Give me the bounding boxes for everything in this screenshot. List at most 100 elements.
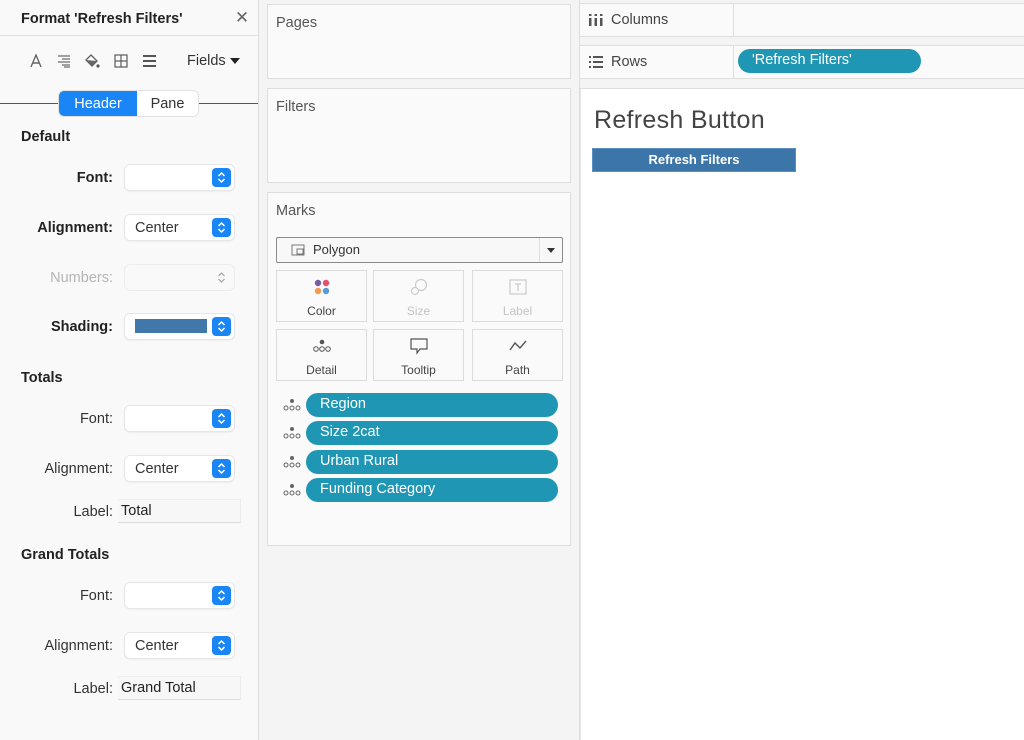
marks-path-label: Path	[505, 363, 530, 377]
stepper-icon	[212, 317, 231, 336]
mark-type-dropdown[interactable]: Polygon	[276, 237, 563, 263]
section-default-title: Default	[21, 129, 71, 145]
path-icon	[473, 336, 562, 356]
header-pane-toggle: Header Pane	[59, 91, 198, 116]
format-toolbar: Fields	[0, 46, 258, 76]
tableau-workspace: Format 'Refresh Filters' ✕ Fields Header…	[0, 0, 1024, 740]
default-alignment-label: Alignment:	[37, 220, 113, 236]
default-shading-label: Shading:	[50, 319, 113, 335]
detail-icon	[282, 483, 302, 502]
section-totals-title: Totals	[21, 370, 63, 386]
columns-icon	[588, 13, 604, 32]
detail-pill-row: Region	[282, 393, 558, 417]
totals-label-input[interactable]: Total	[118, 499, 241, 523]
stepper-icon	[212, 409, 231, 428]
grand-totals-label-input[interactable]: Grand Total	[118, 676, 241, 700]
marks-color-label: Color	[307, 304, 336, 318]
columns-shelf-label-area: Columns	[580, 4, 734, 36]
tab-header[interactable]: Header	[59, 91, 137, 116]
detail-pill-row: Size 2cat	[282, 421, 558, 445]
marks-tooltip-button[interactable]: Tooltip	[373, 329, 464, 381]
rows-icon	[588, 55, 604, 74]
pages-title: Pages	[276, 15, 318, 31]
view-canvas: Refresh Button Refresh Filters	[580, 88, 1024, 740]
marks-title: Marks	[276, 203, 316, 219]
grand-totals-alignment-label: Alignment:	[44, 638, 113, 654]
detail-icon	[282, 398, 302, 417]
totals-font-label: Font:	[79, 411, 113, 427]
section-grand-totals-title: Grand Totals	[21, 547, 110, 563]
filters-shelf[interactable]: Filters	[267, 88, 571, 183]
polygon-mark-icon	[291, 243, 305, 261]
columns-label: Columns	[611, 12, 669, 28]
lines-icon[interactable]	[140, 52, 158, 70]
stepper-icon	[212, 168, 231, 187]
detail-pill-region[interactable]: Region	[306, 393, 558, 417]
default-alignment-select[interactable]: Center	[125, 215, 234, 240]
detail-icon	[282, 455, 302, 474]
marks-path-button[interactable]: Path	[472, 329, 563, 381]
marks-label-button: Label	[472, 270, 563, 322]
detail-icon	[282, 426, 302, 445]
totals-label-label: Label:	[73, 504, 113, 520]
marks-size-button: Size	[373, 270, 464, 322]
rows-shelf[interactable]: Rows 'Refresh Filters'	[580, 45, 1024, 79]
default-numbers-select	[125, 265, 234, 290]
format-panel-header: Format 'Refresh Filters' ✕	[0, 0, 258, 36]
columns-shelf[interactable]: Columns	[580, 3, 1024, 37]
totals-alignment-value: Center	[135, 461, 179, 477]
pages-shelf[interactable]: Pages	[267, 4, 571, 79]
color-icon	[277, 277, 366, 297]
detail-pill-size-2cat[interactable]: Size 2cat	[306, 421, 558, 445]
stepper-icon	[212, 268, 231, 287]
grand-totals-alignment-select[interactable]: Center	[125, 633, 234, 658]
default-font-select[interactable]	[125, 165, 234, 190]
default-numbers-label: Numbers:	[50, 270, 113, 286]
marks-color-button[interactable]: Color	[276, 270, 367, 322]
marks-card: Marks Polygon Color Size Label Detail To…	[267, 192, 571, 546]
chevron-down-icon	[547, 248, 555, 253]
detail-icon	[277, 336, 366, 356]
rows-shelf-label-area: Rows	[580, 46, 734, 78]
mark-type-value: Polygon	[313, 242, 360, 257]
default-shading-select[interactable]	[125, 314, 234, 339]
grand-totals-alignment-value: Center	[135, 638, 179, 654]
filters-title: Filters	[276, 99, 316, 115]
shading-color-swatch	[135, 319, 207, 333]
chevron-down-icon	[229, 58, 240, 64]
fields-label: Fields	[187, 53, 226, 69]
totals-font-select[interactable]	[125, 406, 234, 431]
marks-label-label: Label	[502, 304, 533, 318]
default-alignment-value: Center	[135, 220, 179, 236]
tab-pane[interactable]: Pane	[137, 91, 198, 116]
close-icon[interactable]: ✕	[234, 8, 250, 27]
stepper-icon	[212, 636, 231, 655]
grand-totals-font-select[interactable]	[125, 583, 234, 608]
detail-pill-row: Urban Rural	[282, 450, 558, 474]
marks-detail-button[interactable]: Detail	[276, 329, 367, 381]
view-title: Refresh Button	[594, 106, 765, 134]
stepper-icon	[212, 218, 231, 237]
stepper-icon	[212, 586, 231, 605]
totals-alignment-select[interactable]: Center	[125, 456, 234, 481]
detail-pill-funding-category[interactable]: Funding Category	[306, 478, 558, 502]
detail-pill-row: Funding Category	[282, 478, 558, 502]
marks-tooltip-label: Tooltip	[401, 363, 436, 377]
rows-pill-refresh-filters[interactable]: 'Refresh Filters'	[738, 49, 921, 73]
shading-icon[interactable]	[83, 52, 101, 70]
borders-icon[interactable]	[112, 52, 130, 70]
alignment-icon[interactable]	[55, 52, 73, 70]
totals-alignment-label: Alignment:	[44, 461, 113, 477]
format-panel-title: Format 'Refresh Filters'	[21, 11, 183, 27]
shelves-column: Pages Filters Marks Polygon Color Size L…	[260, 0, 580, 740]
stepper-icon	[212, 459, 231, 478]
marks-size-label: Size	[406, 304, 431, 318]
tooltip-icon	[374, 336, 463, 356]
size-icon	[374, 277, 463, 297]
refresh-filters-button[interactable]: Refresh Filters	[592, 148, 796, 172]
font-icon[interactable]	[27, 52, 45, 70]
fields-dropdown[interactable]: Fields	[187, 53, 240, 69]
grand-totals-label-label: Label:	[73, 681, 113, 697]
detail-pill-urban-rural[interactable]: Urban Rural	[306, 450, 558, 474]
grand-totals-font-label: Font:	[79, 588, 113, 604]
